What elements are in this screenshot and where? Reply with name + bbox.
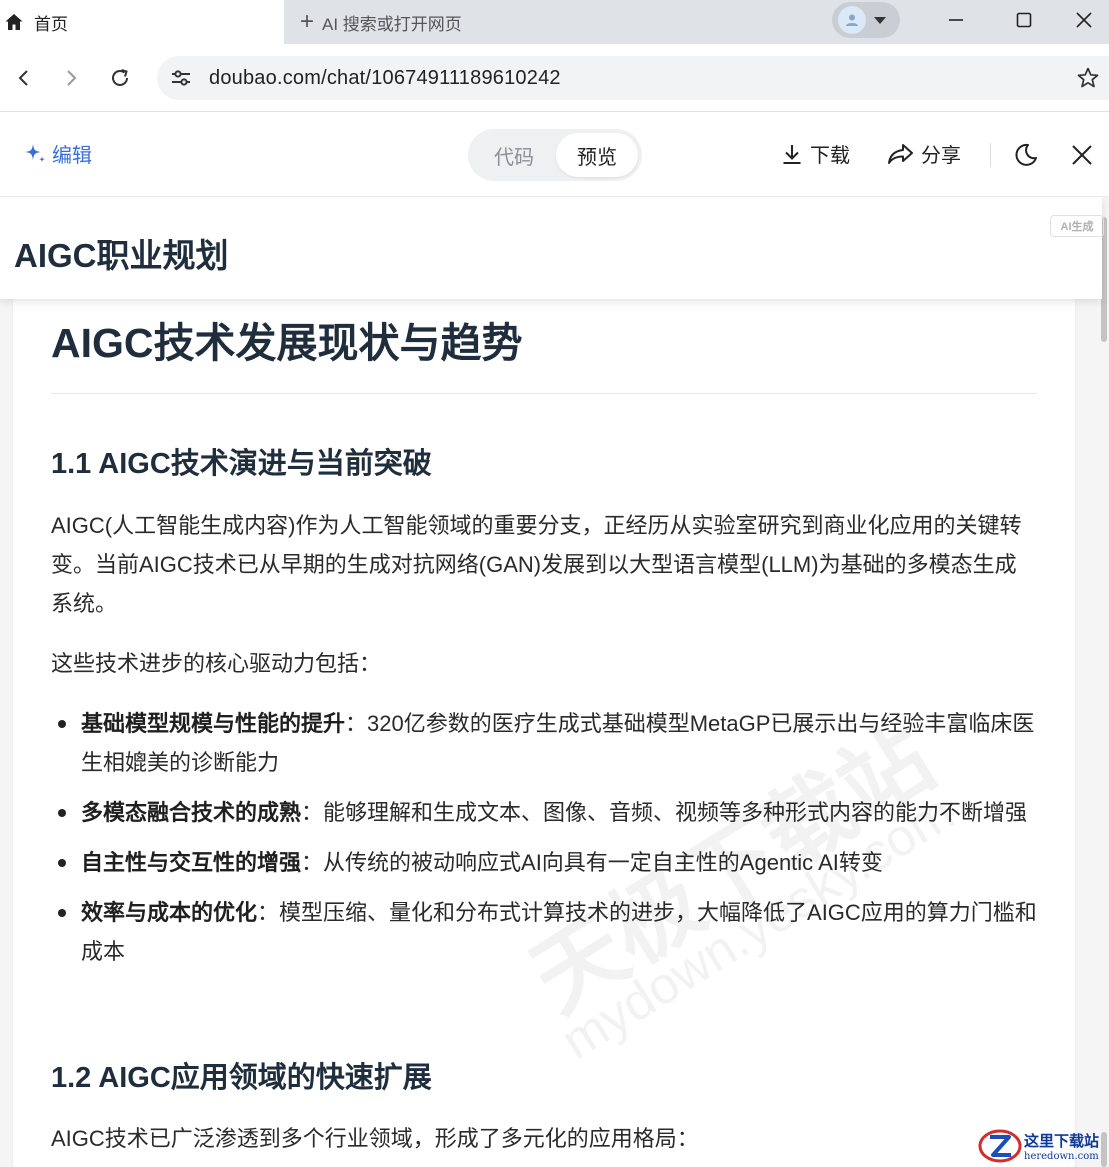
new-tab-label: AI 搜索或打开网页 <box>322 14 462 34</box>
share-icon <box>888 143 913 164</box>
list-item-title: 多模态融合技术的成熟 <box>81 800 302 825</box>
address-bar[interactable]: doubao.com/chat/10674911189610242 <box>157 56 1109 100</box>
star-icon[interactable] <box>1077 67 1099 89</box>
scrollbar-thumb-lower[interactable] <box>1101 1132 1107 1167</box>
document-header: AIGC职业规划 AI生成 <box>0 197 1104 299</box>
moon-icon <box>1015 143 1037 166</box>
profile-button[interactable] <box>832 2 900 38</box>
reload-icon <box>112 69 128 86</box>
sparkle-icon <box>25 143 45 162</box>
view-toggle: 代码 预览 <box>468 129 642 181</box>
home-icon <box>5 14 23 30</box>
minimize-icon <box>949 19 963 21</box>
tab-home-label: 首页 <box>34 14 68 34</box>
page-heading: AIGC技术发展现状与趋势 <box>51 320 523 366</box>
document-card: AIGC技术发展现状与趋势 1.1 AIGC技术演进与当前突破 AIGC(人工智… <box>13 277 1075 1167</box>
maximize-icon <box>1016 12 1032 28</box>
section-1-1-paragraph: AIGC(人工智能生成内容)作为人工智能领域的重要分支，正经历从实验室研究到商业… <box>51 513 1022 616</box>
list-item: 多模态融合技术的成熟：能够理解和生成文本、图像、音频、视频等多种形式内容的能力不… <box>51 793 1037 832</box>
arrow-right-icon <box>67 70 77 86</box>
logo-cn-text: 这里下载站 <box>1024 1132 1100 1150</box>
section-1-2-paragraph: AIGC技术已广泛渗透到多个行业领域，形成了多元化的应用格局： <box>51 1126 699 1151</box>
list-item-title: 基础模型规模与性能的提升 <box>81 711 346 736</box>
site-settings-icon[interactable] <box>169 66 193 90</box>
share-button[interactable]: 分享 <box>887 139 961 168</box>
chevron-down-icon <box>874 16 886 24</box>
new-tab-button[interactable]: + AI 搜索或打开网页 <box>300 0 462 44</box>
list-item-text: ：能够理解和生成文本、图像、音频、视频等多种形式内容的能力不断增强 <box>301 800 1028 825</box>
dark-mode-button[interactable] <box>1012 141 1040 169</box>
edit-label: 编辑 <box>52 145 92 167</box>
document-title: AIGC职业规划 <box>14 237 229 274</box>
title-bar: 首页 + AI 搜索或打开网页 <box>0 0 1109 44</box>
url-text[interactable]: doubao.com/chat/10674911189610242 <box>209 67 561 90</box>
close-icon <box>1075 12 1092 28</box>
arrow-left-icon <box>18 70 28 86</box>
document-preview[interactable]: AIGC职业规划 AI生成 AIGC技术发展现状与趋势 1.1 AIGC技术演进… <box>0 197 1109 1167</box>
download-label: 下载 <box>810 145 850 167</box>
tab-preview[interactable]: 预览 <box>556 133 638 177</box>
logo-en-text: heredown.com <box>1024 1151 1099 1162</box>
section-1-1-intro: 这些技术进步的核心驱动力包括： <box>51 651 382 676</box>
drivers-list: 基础模型规模与性能的提升：320亿参数的医疗生成式基础模型MetaGP已展示出与… <box>51 704 1037 982</box>
user-icon <box>846 14 858 26</box>
download-button[interactable]: 下载 <box>780 139 850 168</box>
close-window-button[interactable] <box>1058 0 1109 40</box>
section-heading-1-1: 1.1 AIGC技术演进与当前突破 <box>51 448 432 480</box>
list-item-title: 效率与成本的优化 <box>81 900 258 925</box>
maximize-button[interactable] <box>990 0 1058 40</box>
edit-button[interactable]: 编辑 <box>22 139 92 168</box>
section-heading-1-2: 1.2 AIGC应用领域的快速扩展 <box>51 1062 432 1094</box>
close-icon <box>1072 145 1092 165</box>
list-item-text: ：从传统的被动响应式AI向具有一定自主性的Agentic AI转变 <box>301 850 883 875</box>
site-logo-watermark: 这里下载站 heredown.com <box>978 1128 1099 1164</box>
heredown-logo-icon <box>978 1129 1022 1163</box>
avatar <box>838 6 866 34</box>
minimize-button[interactable] <box>922 0 990 40</box>
plus-icon: + <box>300 8 315 35</box>
list-item: 效率与成本的优化：模型压缩、量化和分布式计算技术的进步，大幅降低了AIGC应用的… <box>51 893 1037 971</box>
download-icon <box>783 144 801 164</box>
close-preview-button[interactable] <box>1068 141 1096 169</box>
list-item: 基础模型规模与性能的提升：320亿参数的医疗生成式基础模型MetaGP已展示出与… <box>51 704 1037 782</box>
ai-generated-badge: AI生成 <box>1050 215 1104 237</box>
toolbar-divider <box>990 143 991 167</box>
preview-toolbar: 编辑 代码 预览 下载 分享 <box>0 113 1109 197</box>
reload-button[interactable] <box>104 62 136 94</box>
tab-home[interactable]: 首页 <box>0 0 284 44</box>
share-label: 分享 <box>921 145 961 167</box>
back-button[interactable] <box>8 62 40 94</box>
heading-divider <box>51 393 1037 394</box>
tab-code[interactable]: 代码 <box>474 135 554 175</box>
list-item-title: 自主性与交互性的增强 <box>81 850 302 875</box>
forward-button[interactable] <box>55 62 87 94</box>
navigation-bar: doubao.com/chat/10674911189610242 <box>0 44 1109 112</box>
list-item: 自主性与交互性的增强：从传统的被动响应式AI向具有一定自主性的Agentic A… <box>51 843 1037 882</box>
